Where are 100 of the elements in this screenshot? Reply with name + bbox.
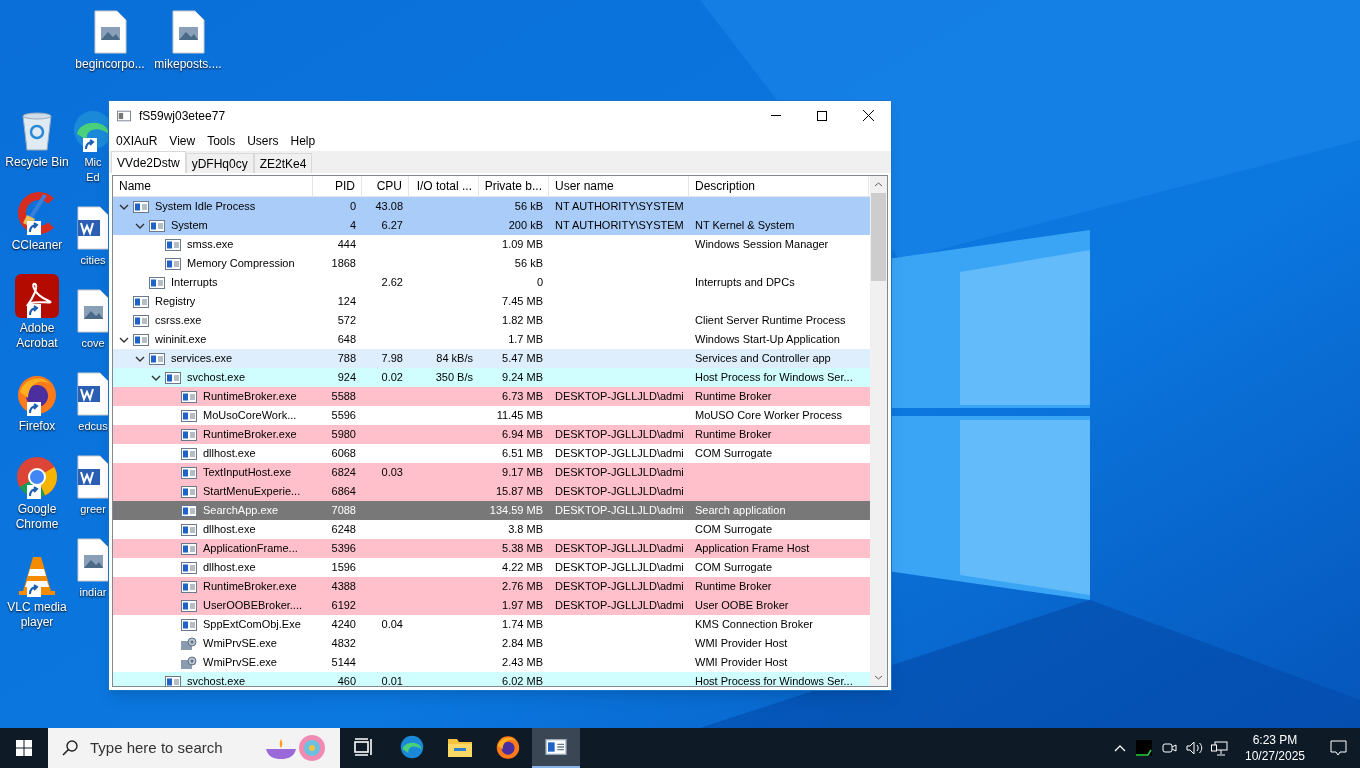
table-cell: 6.51 MB <box>502 447 543 460</box>
tab[interactable]: yDFHq0cy <box>185 153 254 173</box>
chevron-up-icon[interactable] <box>1114 744 1126 752</box>
notification-icon <box>1329 740 1347 756</box>
chevron-down-icon[interactable] <box>118 203 129 210</box>
process-name: dllhost.exe <box>203 560 256 576</box>
table-cell: DESKTOP-JGLLJLD\admi <box>555 542 684 555</box>
column-header[interactable]: User name <box>555 177 614 195</box>
desktop-icon-label[interactable]: Recycle Bin <box>5 155 69 170</box>
desktop-icon-label[interactable]: Adobe Acrobat <box>0 321 74 351</box>
table-cell: DESKTOP-JGLLJLD\admi <box>555 466 684 479</box>
process-row[interactable]: ApplicationFrame... 5396 5.38 MB DESKTOP-JGLLJLD\admi Application Frame Host <box>113 539 870 558</box>
camera-icon[interactable] <box>1162 741 1178 755</box>
process-row[interactable]: System Idle Process 0 43.08 56 kB NT AUTHORITY\SYSTEM <box>113 197 870 216</box>
window-icon <box>181 599 197 612</box>
image-file-icon <box>93 10 127 54</box>
table-cell: DESKTOP-JGLLJLD\admi <box>555 504 684 517</box>
table-cell: User OOBE Broker <box>695 599 789 612</box>
clock-time[interactable]: 6:23 PM <box>1252 732 1298 748</box>
process-name: Registry <box>155 294 196 310</box>
desktop-icon-label[interactable]: VLC media player <box>0 600 74 630</box>
process-row[interactable]: RuntimeBroker.exe 4388 2.76 MB DESKTOP-JGLLJLD\admi Runtime Broker <box>113 577 870 596</box>
chevron-down-icon[interactable] <box>150 374 161 381</box>
process-row[interactable]: TextInputHost.exe 6824 0.03 9.17 MB DESKTOP-JGLLJLD\admi <box>113 463 870 482</box>
scroll-down-icon[interactable] <box>874 675 883 680</box>
process-row[interactable]: UserOOBEBroker.... 6192 1.97 MB DESKTOP-JGLLJLD\admi User OOBE Broker <box>113 596 870 615</box>
window-title: fS59wj03etee77 <box>139 107 226 125</box>
menu-item[interactable]: Users <box>241 131 285 150</box>
scroll-up-icon[interactable] <box>874 182 883 187</box>
table-cell: 0.02 <box>381 371 403 384</box>
table-cell: 1.82 MB <box>502 314 543 327</box>
table-cell: 5.38 MB <box>502 542 543 555</box>
menu-item[interactable]: Tools <box>201 131 242 150</box>
column-header[interactable]: Description <box>695 177 756 195</box>
network-icon[interactable] <box>1211 740 1228 756</box>
desktop-icon-label[interactable]: Ed <box>86 170 100 185</box>
process-row[interactable]: svchost.exe 924 0.02 350 B/s 9.24 MB Host Process for Windows Ser... <box>113 368 870 387</box>
tab[interactable]: ZE2tKe4 <box>253 153 313 173</box>
search-box[interactable]: Type here to search <box>48 728 340 768</box>
chevron-down-icon[interactable] <box>134 222 145 229</box>
graph-icon[interactable] <box>1136 740 1152 756</box>
column-header[interactable]: Name <box>119 177 151 195</box>
tab[interactable]: VVde2Dstw <box>111 151 186 173</box>
desktop-icon-label[interactable]: CCleaner <box>11 238 63 253</box>
column-header[interactable]: PID <box>335 177 355 195</box>
process-name: WmiPrvSE.exe <box>203 655 277 671</box>
menu-item[interactable]: Help <box>284 131 322 150</box>
table-cell: 0.03 <box>381 466 403 479</box>
table-cell: 4 <box>349 219 356 232</box>
table-cell: 350 B/s <box>435 371 473 384</box>
table-cell: DESKTOP-JGLLJLD\admi <box>555 561 684 574</box>
window-icon <box>181 485 197 498</box>
desktop-icon-label[interactable]: Firefox <box>18 419 56 434</box>
column-header[interactable]: Private b... <box>484 177 542 195</box>
folder-icon <box>447 736 473 758</box>
table-cell: 200 kB <box>508 219 543 232</box>
desktop-icon-label[interactable]: edcus <box>78 419 108 434</box>
table-cell: Runtime Broker <box>695 428 772 441</box>
desktop-icon-label[interactable]: indiar <box>79 585 107 600</box>
process-row[interactable]: RuntimeBroker.exe 5588 6.73 MB DESKTOP-JGLLJLD\admi Runtime Broker <box>113 387 870 406</box>
menu-item[interactable]: View <box>163 131 202 150</box>
shortcut-arrow-icon <box>27 583 41 597</box>
process-name: RuntimeBroker.exe <box>203 389 297 405</box>
process-row[interactable]: SearchApp.exe 7088 134.59 MB DESKTOP-JGLLJLD\admi Search application <box>113 501 870 520</box>
process-row[interactable]: RuntimeBroker.exe 5980 6.94 MB DESKTOP-JGLLJLD\admi Runtime Broker <box>113 425 870 444</box>
process-row[interactable]: StartMenuExperie... 6864 15.87 MB DESKTOP-JGLLJLD\admi <box>113 482 870 501</box>
table-cell: Host Process for Windows Ser... <box>695 675 853 686</box>
chevron-down-icon[interactable] <box>134 355 145 362</box>
process-name: csrss.exe <box>155 313 202 329</box>
scrollbar[interactable] <box>870 176 887 686</box>
table-cell: Client Server Runtime Process <box>695 314 846 327</box>
speaker-icon[interactable] <box>1186 741 1203 755</box>
desktop-icon-label[interactable]: Mic <box>84 155 102 170</box>
table-cell: 9.17 MB <box>502 466 543 479</box>
table-cell: 6.94 MB <box>502 428 543 441</box>
column-header[interactable]: I/O total ... <box>416 177 472 195</box>
search-icon <box>62 740 78 756</box>
search-field[interactable]: Type here to search <box>90 736 260 760</box>
taskbar-app-button[interactable] <box>532 728 580 768</box>
chevron-down-icon[interactable] <box>118 336 129 343</box>
scroll-thumb[interactable] <box>871 193 886 281</box>
window-icon <box>117 109 131 122</box>
process-name: RuntimeBroker.exe <box>203 579 297 595</box>
process-row[interactable]: System 4 6.27 200 kB NT AUTHORITY\SYSTEM NT Kernel & System <box>113 216 870 235</box>
desktop-icon-label[interactable]: cove <box>81 336 105 351</box>
table-cell: 6248 <box>331 523 356 536</box>
menu-item[interactable]: 0XIAuR <box>110 131 164 150</box>
clock-date[interactable]: 10/27/2025 <box>1244 748 1306 764</box>
desktop-icon-label[interactable]: cities <box>80 253 106 268</box>
desktop-icon-label[interactable]: mikeposts.... <box>154 57 222 72</box>
process-row[interactable]: svchost.exe 460 0.01 6.02 MB Host Process for Windows Ser... <box>113 672 870 686</box>
column-header[interactable]: CPU <box>376 177 402 195</box>
table-cell: Windows Start-Up Application <box>695 333 840 346</box>
desktop-icon-label[interactable]: greer <box>80 502 106 517</box>
desktop-icon-label[interactable]: Google Chrome <box>0 502 74 532</box>
table-cell: 6864 <box>331 485 356 498</box>
table-cell: 134.59 MB <box>489 504 543 517</box>
process-row[interactable]: services.exe 788 7.98 84 kB/s 5.47 MB Services and Controller app <box>113 349 870 368</box>
desktop-icon-label[interactable]: begincorpo... <box>75 57 145 72</box>
table-cell: MoUSO Core Worker Process <box>695 409 843 422</box>
